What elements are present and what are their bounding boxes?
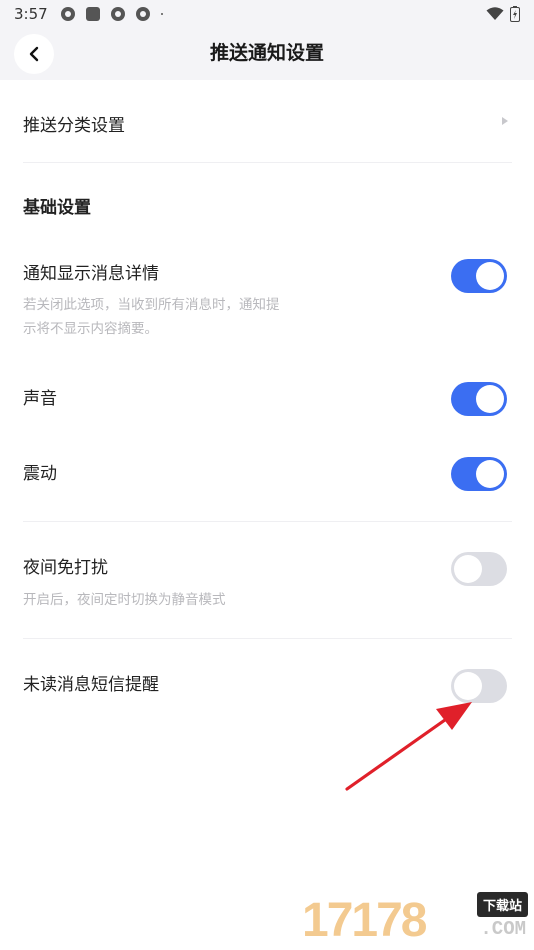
vibrate-toggle[interactable]	[451, 457, 507, 491]
vibrate-label: 震动	[23, 464, 57, 484]
navigation-bar: 推送通知设置	[0, 28, 534, 80]
divider	[23, 638, 512, 639]
divider	[23, 162, 512, 163]
watermark-logo: 17178 下载站 .COM	[302, 890, 532, 950]
sound-toggle[interactable]	[451, 382, 507, 416]
status-bar: 3:57	[0, 0, 534, 28]
app-notification-icon-3	[135, 7, 150, 21]
unread-sms-label: 未读消息短信提醒	[23, 675, 159, 695]
night-dnd-label: 夜间免打扰	[23, 558, 108, 578]
setting-row-notify-detail: 通知显示消息详情 若关闭此选项，当收到所有消息时，通知提 示将不显示内容摘要。	[23, 255, 512, 345]
battery-charging-icon	[510, 6, 520, 22]
section-title-basic: 基础设置	[23, 198, 91, 218]
setting-row-unread-sms: 未读消息短信提醒	[23, 668, 512, 702]
setting-row-sound: 声音	[23, 382, 512, 416]
more-notifications-dot-icon	[160, 13, 163, 15]
page-title: 推送通知设置	[209, 42, 324, 64]
sound-label: 声音	[23, 389, 57, 409]
app-notification-icon	[60, 7, 75, 21]
status-time: 3:57	[14, 5, 48, 23]
watermark-brand: 17178	[302, 894, 427, 947]
divider	[23, 521, 512, 522]
notify-detail-description: 若关闭此选项，当收到所有消息时，通知提 示将不显示内容摘要。	[23, 297, 280, 337]
chevron-right-icon	[502, 117, 508, 125]
notify-detail-label: 通知显示消息详情	[23, 264, 159, 284]
watermark-suffix: .COM	[480, 918, 526, 940]
setting-row-vibrate: 震动	[23, 457, 512, 491]
push-category-row[interactable]: 推送分类设置	[23, 100, 512, 144]
watermark-tag: 下载站	[476, 892, 528, 917]
notify-detail-toggle[interactable]	[451, 259, 507, 293]
wifi-icon	[486, 7, 504, 20]
app-notification-icon-2	[110, 7, 125, 21]
push-category-label: 推送分类设置	[23, 116, 125, 136]
unread-sms-toggle[interactable]	[451, 669, 507, 703]
night-dnd-description: 开启后，夜间定时切换为静音模式	[23, 592, 226, 608]
square-notification-icon	[85, 7, 100, 21]
night-dnd-toggle[interactable]	[451, 552, 507, 586]
setting-row-night-dnd: 夜间免打扰 开启后，夜间定时切换为静音模式	[23, 551, 512, 611]
